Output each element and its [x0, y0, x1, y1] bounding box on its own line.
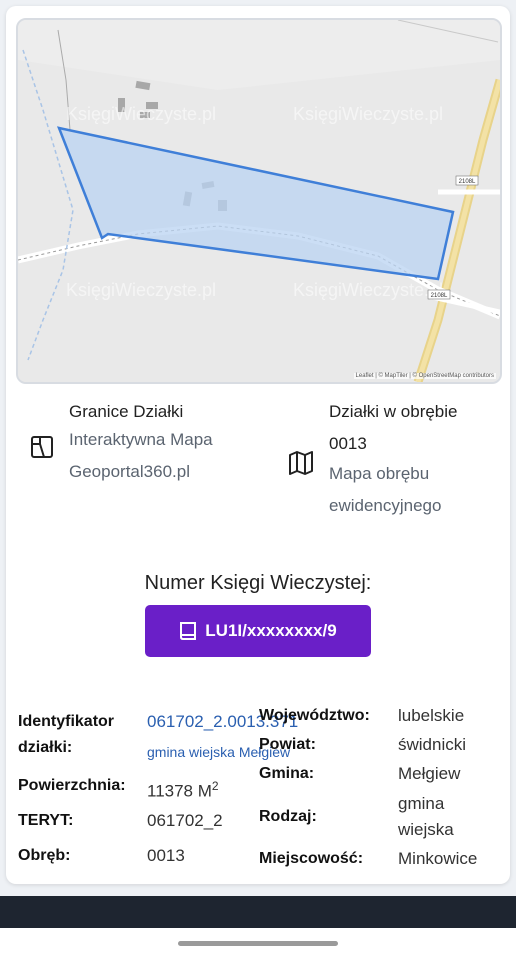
road-shield: 2108L — [455, 175, 479, 186]
page-footer — [0, 896, 516, 928]
map-canvas[interactable]: KsięgiWieczyste.pl KsięgiWieczyste.pl Ks… — [18, 20, 500, 382]
kw-number: LU1I/xxxxxxxx/9 — [205, 621, 337, 640]
rodzaj-label: Rodzaj: — [259, 808, 317, 825]
road-label: 2108L — [459, 179, 476, 185]
parcel-card: KsięgiWieczyste.pl KsięgiWieczyste.pl Ks… — [6, 6, 510, 884]
identyfikator-label: Identyfikator działki: — [18, 713, 115, 756]
obreb-number: 0013 — [329, 434, 367, 453]
teryt-label: TERYT: — [18, 812, 74, 829]
gmina-value: Mełgiew — [398, 764, 461, 783]
obreb-value: 0013 — [147, 846, 185, 865]
kw-button[interactable]: LU1I/xxxxxxxx/9 — [145, 605, 371, 657]
obreb-link[interactable]: Działki w obrębie 0013 Mapa obrębu ewide… — [288, 400, 498, 540]
geoportal-line-1[interactable]: Interaktywna Mapa — [69, 424, 213, 456]
wojewodztwo-label: Województwo: — [259, 707, 370, 724]
home-indicator[interactable] — [178, 941, 338, 946]
powiat-label: Powiat: — [259, 736, 316, 753]
parcel-map[interactable]: KsięgiWieczyste.pl KsięgiWieczyste.pl Ks… — [16, 18, 502, 384]
road-shield: 2108L — [427, 289, 451, 300]
powiat-value: świdnicki — [398, 735, 467, 754]
watermark-text: KsięgiWieczyste.pl — [66, 104, 216, 124]
miejscowosc-label: Miejscowość: — [259, 850, 364, 867]
geoportal-link[interactable]: Granice Działki Interaktywna Mapa Geopor… — [26, 400, 266, 500]
book-icon — [180, 622, 197, 640]
gmina-label: Gmina: — [259, 765, 315, 782]
rodzaj-value: gmina wiejska — [398, 794, 454, 839]
miejscowosc-value: Minkowice — [398, 849, 478, 868]
obreb-line-1[interactable]: Mapa obrębu — [329, 458, 429, 490]
map-attribution[interactable]: Leaflet | © MapTiler | © OpenStreetMap c… — [353, 373, 496, 379]
wojewodztwo-value: lubelskie — [398, 706, 465, 725]
folded-map-icon — [289, 451, 313, 475]
watermark-text: KsięgiWieczyste.pl — [293, 280, 443, 300]
obreb-title: Działki w obrębie — [329, 402, 458, 421]
powierzchnia-label: Powierzchnia: — [18, 777, 126, 794]
obreb-line-2[interactable]: ewidencyjnego — [329, 490, 441, 522]
kw-label: Numer Księgi Wieczystej: — [144, 572, 372, 594]
obreb-label: Obręb: — [18, 847, 71, 864]
powierzchnia-value: 11378 M2 — [147, 779, 219, 801]
watermark-text: KsięgiWieczyste.pl — [66, 280, 216, 300]
watermark-text: KsięgiWieczyste.pl — [293, 104, 443, 124]
map-frame-icon — [31, 436, 53, 458]
geoportal-line-2[interactable]: Geoportal360.pl — [69, 456, 190, 488]
teryt-value: 061702_2 — [147, 811, 223, 830]
geoportal-title: Granice Działki — [69, 402, 184, 421]
road-label: 2108L — [431, 293, 448, 299]
